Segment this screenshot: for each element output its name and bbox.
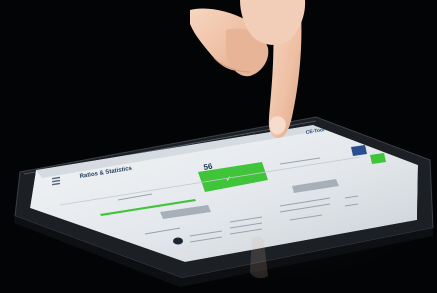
menu-icon[interactable] [51, 176, 61, 186]
avatar[interactable] [173, 237, 183, 245]
hand [190, 0, 306, 139]
check-icon: ✓ [225, 176, 232, 184]
photo-scene: Ratios & Statistics CE-Tool ✓ 56 [14, 0, 437, 293]
